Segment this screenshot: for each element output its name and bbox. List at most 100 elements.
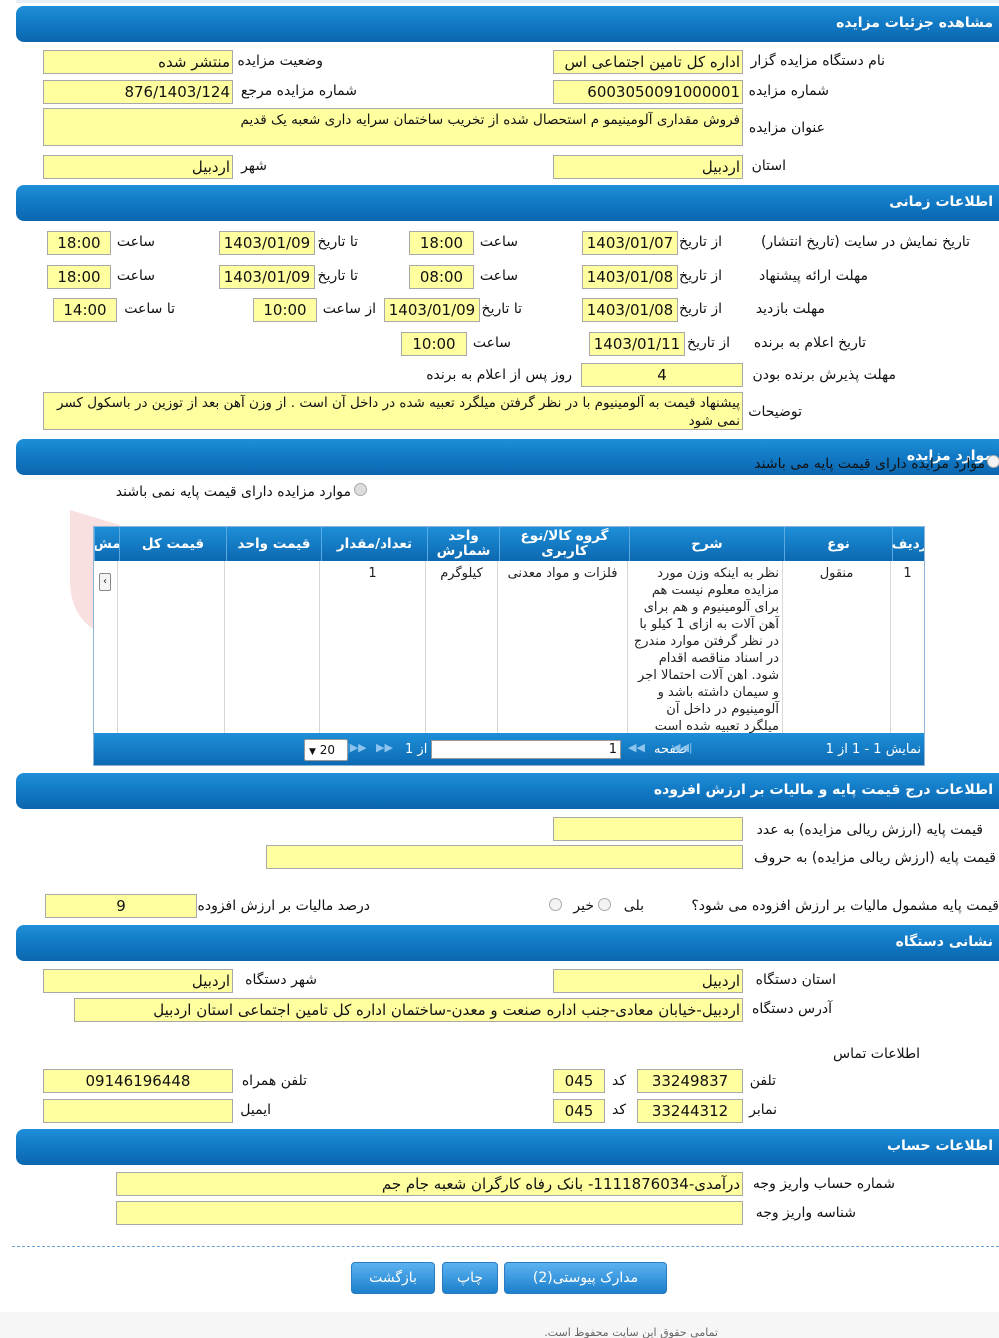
no-base-label: موارد مزایده دارای قیمت پایه نمی باشند xyxy=(115,484,351,500)
visit-from-time[interactable]: 10:00 xyxy=(253,298,317,322)
title-field[interactable]: فروش مقداری آلومینیمو م استحصال شده از ت… xyxy=(43,108,743,146)
display-from-date[interactable]: 1403/01/07 xyxy=(582,231,678,255)
section-header-time: اطلاعات زمانی xyxy=(16,185,999,221)
pager-next-icon[interactable]: ◀◀ xyxy=(628,741,645,754)
base-price-num-field[interactable] xyxy=(553,817,743,841)
notes-label: توضیحات xyxy=(748,404,802,420)
back-button[interactable]: بازگشت xyxy=(351,1262,435,1294)
vat-percent-label: درصد مالیات بر ارزش افزوده xyxy=(197,898,371,914)
phone-code-field[interactable]: 045 xyxy=(553,1069,605,1093)
display-to-date[interactable]: 1403/01/09 xyxy=(219,231,315,255)
col-desc[interactable]: شرح xyxy=(629,527,784,561)
org-city-field[interactable]: اردبیل xyxy=(43,969,233,993)
status-field[interactable]: منتشر شده xyxy=(43,50,233,74)
visit-from-date[interactable]: 1403/01/08 xyxy=(582,298,678,322)
display-date-label: تاریخ نمایش در سایت (تاریخ انتشار) xyxy=(760,234,970,250)
email-field[interactable] xyxy=(43,1099,233,1123)
base-price-word-field[interactable] xyxy=(266,845,743,869)
accept-days-field[interactable]: 4 xyxy=(581,363,743,387)
offer-from-time[interactable]: 08:00 xyxy=(409,265,474,289)
top-strip xyxy=(16,0,999,3)
col-type[interactable]: نوع xyxy=(784,527,892,561)
cell-more: › xyxy=(94,561,117,733)
cell-group: فلزات و مواد معدنی xyxy=(497,561,627,733)
pager-first-icon[interactable]: |▶▶ xyxy=(346,741,367,754)
pager-summary: نمایش 1 - 1 از 1 xyxy=(825,742,921,757)
org-city-label: شهر دستگاه xyxy=(245,972,317,988)
province-label: استان xyxy=(751,158,786,174)
pager-of-label: از 1 xyxy=(405,742,428,757)
fax-field[interactable]: 33244312 xyxy=(637,1099,743,1123)
col-unit-price[interactable]: قیمت واحد xyxy=(226,527,321,561)
deposit-id-field[interactable] xyxy=(116,1201,743,1225)
offer-to-hour-label: ساعت xyxy=(116,268,155,284)
visit-from-hour-label: از ساعت xyxy=(322,301,376,317)
number-field[interactable]: 6003050091000001 xyxy=(553,80,743,104)
pager-page-input[interactable]: 1 xyxy=(431,740,621,759)
cell-row: 1 xyxy=(890,561,924,733)
display-from-time[interactable]: 18:00 xyxy=(409,231,474,255)
fax-code-field[interactable]: 045 xyxy=(553,1099,605,1123)
ref-number-label: شماره مزایده مرجع xyxy=(240,83,357,99)
cell-type: منقول xyxy=(782,561,890,733)
city-field[interactable]: اردبیل xyxy=(43,155,233,179)
vat-no-radio[interactable] xyxy=(549,898,562,911)
vat-percent-field[interactable]: 9 xyxy=(45,894,197,918)
visit-to-time[interactable]: 14:00 xyxy=(53,298,117,322)
row-action-icon[interactable]: › xyxy=(99,573,111,591)
accept-days-suffix: روز پس از اعلام به برنده xyxy=(426,367,572,383)
grid-pager: نمایش 1 - 1 از 1 صفحه 1 از 1 ◀◀ ◀◀| |▶▶ … xyxy=(94,733,924,765)
no-base-radio[interactable] xyxy=(354,483,367,496)
offer-from-date[interactable]: 1403/01/08 xyxy=(582,265,678,289)
pager-size-chevron-icon: ▼ xyxy=(309,747,316,757)
visit-from-label: از تاریخ xyxy=(679,301,722,317)
section-header-details: مشاهده جزئیات مزایده xyxy=(16,6,999,42)
col-group[interactable]: گروه کالا/نوع کاربری xyxy=(499,527,629,561)
pager-size-select[interactable]: ▼ 20 xyxy=(304,739,348,761)
offer-to-label: تا تاریخ xyxy=(317,268,358,284)
separator xyxy=(12,1246,999,1247)
section-header-price: اطلاعات درج قیمت پایه و مالیات بر ارزش ا… xyxy=(16,773,999,809)
province-field[interactable]: اردبیل xyxy=(553,155,743,179)
org-province-label: استان دستگاه xyxy=(755,972,836,988)
announce-time[interactable]: 10:00 xyxy=(401,332,467,356)
col-qty[interactable]: تعداد/مقدار xyxy=(321,527,427,561)
col-row[interactable]: ردیف xyxy=(892,527,924,561)
email-label: ایمیل xyxy=(240,1102,271,1118)
notes-field[interactable]: پیشنهاد قیمت به آلومینیوم با در نظر گرفت… xyxy=(43,392,743,430)
deposit-id-label: شناسه واریز وجه xyxy=(755,1205,856,1221)
org-province-field[interactable]: اردبیل xyxy=(553,969,743,993)
offer-to-time[interactable]: 18:00 xyxy=(47,265,111,289)
has-base-radio[interactable] xyxy=(987,455,999,468)
print-button[interactable]: چاپ xyxy=(442,1262,498,1294)
col-unit[interactable]: واحد شمارش xyxy=(427,527,499,561)
org-field[interactable]: اداره کل تامین اجتماعی اس xyxy=(553,50,743,74)
account-number-label: شماره حساب واریز وجه xyxy=(752,1176,895,1192)
mobile-field[interactable]: 09146196448 xyxy=(43,1069,233,1093)
base-price-num-label: قیمت پایه (ارزش ریالی مزایده) به عدد xyxy=(756,822,983,838)
mobile-label: تلفن همراه xyxy=(241,1073,307,1089)
ref-number-field[interactable]: 876/1403/124 xyxy=(43,80,233,104)
accept-deadline-label: مهلت پذیرش برنده بودن xyxy=(752,367,897,383)
display-from-hour-label: ساعت xyxy=(479,234,518,250)
visit-to-date[interactable]: 1403/01/09 xyxy=(384,298,480,322)
display-to-hour-label: ساعت xyxy=(116,234,155,250)
phone-field[interactable]: 33249837 xyxy=(637,1069,743,1093)
col-total[interactable]: قیمت کل xyxy=(119,527,226,561)
page: مشاهده جزئیات مزایده نام دستگاه مزایده گ… xyxy=(0,0,999,1338)
display-to-time[interactable]: 18:00 xyxy=(47,231,111,255)
offer-to-date[interactable]: 1403/01/09 xyxy=(219,265,315,289)
vat-yes-radio[interactable] xyxy=(598,898,611,911)
account-number-field[interactable]: درآمدی-1111876034- بانک رفاه کارگران شعب… xyxy=(116,1172,743,1196)
announce-date[interactable]: 1403/01/11 xyxy=(589,332,685,356)
pager-last-icon[interactable]: ◀◀| xyxy=(672,741,693,754)
visit-to-label: تا تاریخ xyxy=(481,301,522,317)
footer-band xyxy=(0,1312,999,1338)
pager-prev-icon[interactable]: ▶▶ xyxy=(376,741,393,754)
visit-to-hour-label: تا ساعت xyxy=(124,301,175,317)
col-more[interactable]: مش xyxy=(94,527,119,561)
org-address-field[interactable]: اردبیل-خیابان معادی-جنب اداره صنعت و معد… xyxy=(74,998,743,1022)
visit-deadline-label: مهلت بازدید xyxy=(755,301,825,317)
attachments-button[interactable]: مدارک پیوستی(2) xyxy=(504,1262,667,1294)
cell-total xyxy=(117,561,224,733)
